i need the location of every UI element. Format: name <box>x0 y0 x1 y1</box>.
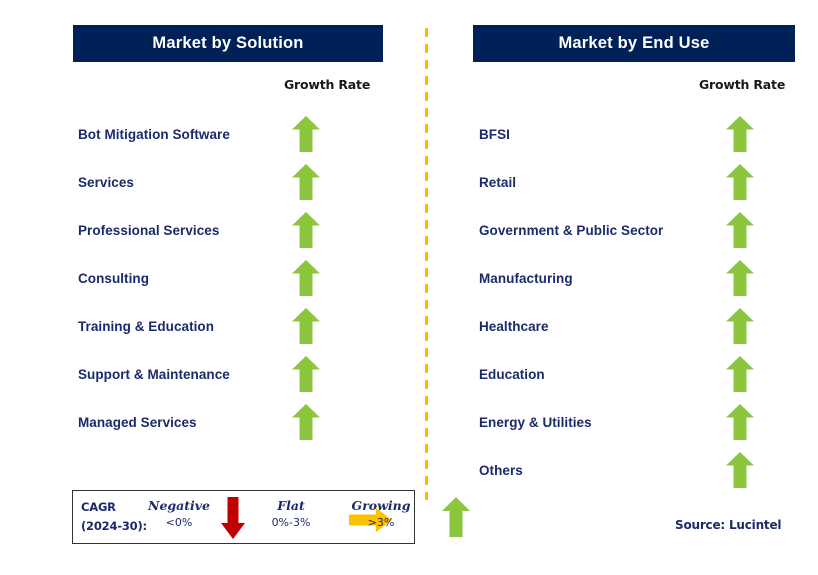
row-label: Government & Public Sector <box>479 222 664 238</box>
arrow-up-green-icon <box>291 116 321 152</box>
arrow-down-red-icon <box>221 497 245 539</box>
table-row: Services <box>78 158 383 206</box>
table-row: Bot Mitigation Software <box>78 110 383 158</box>
row-list-market-by-solution: Bot Mitigation Software Services Profess… <box>78 110 383 446</box>
table-row: Education <box>479 350 795 398</box>
row-label: Bot Mitigation Software <box>78 126 230 142</box>
arrow-up-green-icon <box>291 308 321 344</box>
panel-market-by-end-use: Market by End Use <box>473 25 795 62</box>
table-row: Manufacturing <box>479 254 795 302</box>
legend-entry-value: 0%-3% <box>271 516 311 529</box>
table-row: BFSI <box>479 110 795 158</box>
row-label: Retail <box>479 174 517 190</box>
arrow-up-green-icon <box>725 452 755 488</box>
legend-box: CAGR (2024-30): Negative <0% Flat 0%-3% <box>72 490 470 544</box>
table-row: Retail <box>479 158 795 206</box>
growth-rate-label-right: Growth Rate <box>699 77 786 92</box>
legend-entry-title: Negative <box>148 498 210 513</box>
panel-market-by-solution: Market by Solution <box>73 25 383 62</box>
row-label: BFSI <box>479 126 510 142</box>
arrow-up-green-icon <box>725 212 755 248</box>
row-label: Consulting <box>78 270 149 286</box>
legend-entry-negative: Negative <0% <box>141 498 217 529</box>
vertical-dashed-divider <box>425 28 428 500</box>
arrow-up-green-icon <box>291 404 321 440</box>
row-list-market-by-end-use: BFSI Retail Government & Public Sector M… <box>479 110 795 494</box>
source-attribution: Source: Lucintel <box>675 518 782 532</box>
arrow-up-green-icon <box>725 164 755 200</box>
growth-rate-label-left: Growth Rate <box>284 77 371 92</box>
table-row: Healthcare <box>479 302 795 350</box>
legend-entry-title: Flat <box>277 498 305 513</box>
arrow-up-green-icon <box>291 212 321 248</box>
row-label: Training & Education <box>78 318 215 334</box>
panel-header-market-by-end-use: Market by End Use <box>473 25 795 62</box>
row-label: Support & Maintenance <box>78 366 230 382</box>
arrow-up-green-icon <box>442 497 470 537</box>
arrow-up-green-icon <box>291 260 321 296</box>
legend-entry-value: >3% <box>367 516 395 529</box>
table-row: Managed Services <box>78 398 383 446</box>
table-row: Government & Public Sector <box>479 206 795 254</box>
arrow-up-green-icon <box>291 356 321 392</box>
row-label: Managed Services <box>78 414 197 430</box>
legend-cagr-label: CAGR (2024-30): <box>81 498 147 536</box>
legend-entry-growing: Growing >3% <box>335 498 427 529</box>
legend-entry-title: Growing <box>351 498 411 513</box>
legend-entry-value: <0% <box>165 516 193 529</box>
row-label: Services <box>78 174 134 190</box>
table-row: Training & Education <box>78 302 383 350</box>
arrow-up-green-icon <box>725 116 755 152</box>
row-label: Education <box>479 366 545 382</box>
table-row: Support & Maintenance <box>78 350 383 398</box>
table-row: Energy & Utilities <box>479 398 795 446</box>
infographic-canvas: Market by Solution Growth Rate Bot Mitig… <box>0 0 818 575</box>
row-label: Energy & Utilities <box>479 414 592 430</box>
table-row: Professional Services <box>78 206 383 254</box>
arrow-up-green-icon <box>725 404 755 440</box>
legend-cagr-line2: (2024-30): <box>81 519 147 533</box>
legend-entry-flat: Flat 0%-3% <box>255 498 327 529</box>
arrow-up-green-icon <box>291 164 321 200</box>
row-label: Manufacturing <box>479 270 573 286</box>
arrow-up-green-icon <box>725 308 755 344</box>
panel-header-market-by-solution: Market by Solution <box>73 25 383 62</box>
row-label: Others <box>479 462 523 478</box>
table-row: Others <box>479 446 795 494</box>
arrow-up-green-icon <box>725 260 755 296</box>
row-label: Healthcare <box>479 318 549 334</box>
legend-cagr-line1: CAGR <box>81 500 116 514</box>
row-label: Professional Services <box>78 222 220 238</box>
table-row: Consulting <box>78 254 383 302</box>
arrow-up-green-icon <box>725 356 755 392</box>
